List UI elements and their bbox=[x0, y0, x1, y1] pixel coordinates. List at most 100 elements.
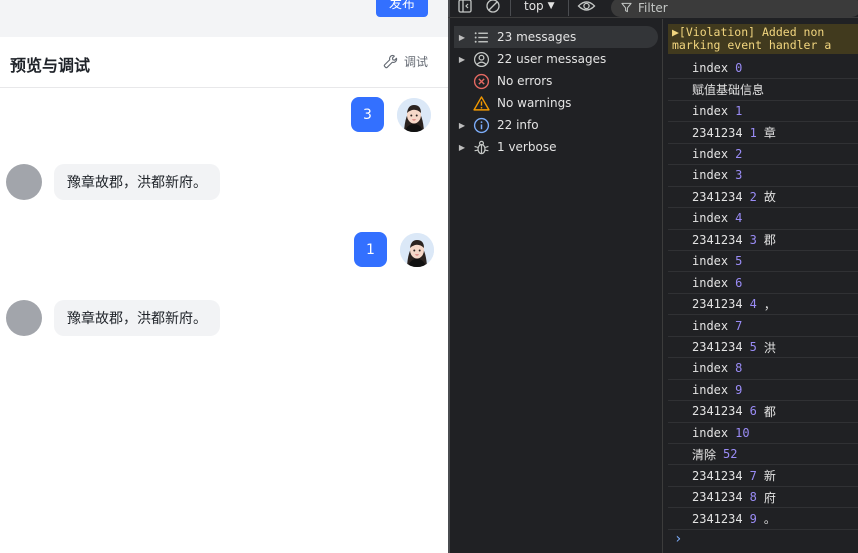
log-suffix: 新 bbox=[763, 469, 776, 484]
publish-button[interactable]: 发布 bbox=[376, 0, 428, 17]
log-text: 2341234 bbox=[692, 297, 743, 312]
log-number: 3 bbox=[749, 232, 757, 247]
log-entry: 2341234 5 洪 bbox=[668, 337, 858, 359]
log-number: 1 bbox=[735, 104, 743, 119]
log-text: 清除 bbox=[692, 447, 717, 462]
log-text: index bbox=[692, 361, 729, 376]
log-number: 2 bbox=[749, 189, 757, 204]
log-number: 0 bbox=[735, 61, 743, 76]
sidebar-item-label: 23 messages bbox=[497, 30, 577, 44]
log-entry: index 7 bbox=[668, 315, 858, 337]
log-text: index bbox=[692, 168, 729, 183]
sidebar-toggle-icon[interactable] bbox=[457, 0, 473, 14]
console-log: ▶[Violation] Added non marking event han… bbox=[668, 19, 858, 553]
dropdown-arrow-icon: ▼ bbox=[547, 1, 555, 11]
console-prompt[interactable]: › bbox=[674, 531, 682, 547]
user-message: 3 bbox=[351, 97, 431, 132]
log-text: index bbox=[692, 425, 729, 440]
log-number: 6 bbox=[749, 404, 757, 419]
avatar bbox=[400, 232, 434, 267]
log-entry: index 6 bbox=[668, 273, 858, 294]
log-entry: index 2 bbox=[668, 144, 858, 166]
preview-header: 预览与调试 调试 bbox=[0, 37, 448, 88]
log-number: 4 bbox=[735, 211, 743, 226]
log-entry: index 4 bbox=[668, 208, 858, 230]
user-message-bubble: 1 bbox=[354, 232, 387, 267]
log-entry: 清除 52 bbox=[668, 444, 858, 466]
filter-placeholder: Filter bbox=[638, 0, 668, 15]
preview-panel: 发布 预览与调试 调试 3 豫章故郡，洪都新府。 1 豫章故郡，洪都新府。 bbox=[0, 0, 448, 553]
log-suffix: 。 bbox=[763, 512, 776, 527]
log-text: 2341234 bbox=[692, 511, 743, 526]
sidebar-item-label: No errors bbox=[497, 74, 553, 88]
log-entry: 2341234 3 郡 bbox=[668, 230, 858, 251]
violation-message[interactable]: ▶[Violation] Added non marking event han… bbox=[668, 24, 858, 54]
debug-button[interactable]: 调试 bbox=[383, 53, 428, 70]
log-suffix: ， bbox=[763, 297, 776, 312]
log-number: 8 bbox=[735, 361, 743, 376]
expand-arrow-icon: ▶ bbox=[458, 120, 466, 130]
log-entry: index 1 bbox=[668, 101, 858, 123]
log-number: 9 bbox=[735, 382, 743, 397]
log-number: 7 bbox=[749, 468, 757, 483]
log-entry: index 8 bbox=[668, 358, 858, 380]
expand-arrow-icon: ▶ bbox=[458, 142, 466, 152]
log-number: 2 bbox=[735, 146, 743, 161]
log-entry: index 10 bbox=[668, 423, 858, 445]
log-number: 3 bbox=[735, 168, 743, 183]
context-selector[interactable]: top ▼ bbox=[524, 0, 555, 13]
user-message: 1 bbox=[354, 232, 434, 267]
wrench-icon bbox=[383, 54, 398, 69]
error-icon bbox=[472, 72, 490, 90]
sidebar-item-errors[interactable]: No errors bbox=[454, 70, 658, 92]
info-icon bbox=[472, 116, 490, 134]
log-suffix: 故 bbox=[763, 190, 776, 205]
log-entry: 赋值基础信息 bbox=[668, 79, 858, 101]
top-toolbar: 发布 bbox=[0, 0, 448, 37]
sidebar-item-label: 1 verbose bbox=[497, 140, 557, 154]
log-text: index bbox=[692, 318, 729, 333]
context-label: top bbox=[524, 0, 544, 13]
warning-icon bbox=[472, 94, 490, 112]
avatar bbox=[397, 97, 431, 132]
debug-label: 调试 bbox=[404, 55, 429, 69]
log-entry: 2341234 2 故 bbox=[668, 187, 858, 209]
bug-icon bbox=[472, 138, 490, 156]
log-text: index bbox=[692, 146, 729, 161]
sidebar-item-messages[interactable]: ▶ 23 messages bbox=[454, 26, 658, 48]
log-text: index bbox=[692, 211, 729, 226]
log-suffix: 府 bbox=[763, 490, 776, 505]
bot-message-bubble: 豫章故郡，洪都新府。 bbox=[54, 300, 220, 336]
expand-arrow-icon: ▶ bbox=[458, 32, 466, 42]
user-circle-icon bbox=[472, 50, 490, 68]
sidebar-item-label: No warnings bbox=[497, 96, 572, 110]
log-text: index bbox=[692, 275, 729, 290]
log-entry: index 0 bbox=[668, 58, 858, 80]
sidebar-item-info[interactable]: ▶ 22 info bbox=[454, 114, 658, 136]
log-entry: 2341234 9 。 bbox=[668, 508, 858, 530]
log-text: 2341234 bbox=[692, 125, 743, 140]
log-suffix: 郡 bbox=[763, 233, 776, 248]
log-entry: 2341234 1 章 bbox=[668, 122, 858, 144]
eye-icon[interactable] bbox=[577, 0, 596, 14]
sidebar-item-warnings[interactable]: No warnings bbox=[454, 92, 658, 114]
filter-input[interactable]: Filter bbox=[611, 0, 858, 17]
sidebar-item-verbose[interactable]: ▶ 1 verbose bbox=[454, 136, 658, 158]
log-entry: index 5 bbox=[668, 251, 858, 273]
log-number: 6 bbox=[735, 275, 743, 290]
filter-icon bbox=[621, 2, 632, 13]
log-entry: 2341234 4 ， bbox=[668, 294, 858, 316]
sidebar-item-label: 22 info bbox=[497, 118, 539, 132]
log-entry: 2341234 6 都 bbox=[668, 401, 858, 423]
log-number: 5 bbox=[735, 254, 743, 269]
clear-console-icon[interactable] bbox=[485, 0, 501, 14]
sidebar-item-label: 22 user messages bbox=[497, 52, 607, 66]
log-text: index bbox=[692, 254, 729, 269]
log-number: 10 bbox=[735, 425, 750, 440]
log-number: 4 bbox=[749, 297, 757, 312]
log-number: 5 bbox=[749, 340, 757, 355]
sidebar-item-user-messages[interactable]: ▶ 22 user messages bbox=[454, 48, 658, 70]
log-number: 52 bbox=[723, 447, 738, 462]
bot-message: 豫章故郡，洪都新府。 bbox=[6, 164, 220, 200]
log-suffix: 章 bbox=[763, 126, 776, 141]
